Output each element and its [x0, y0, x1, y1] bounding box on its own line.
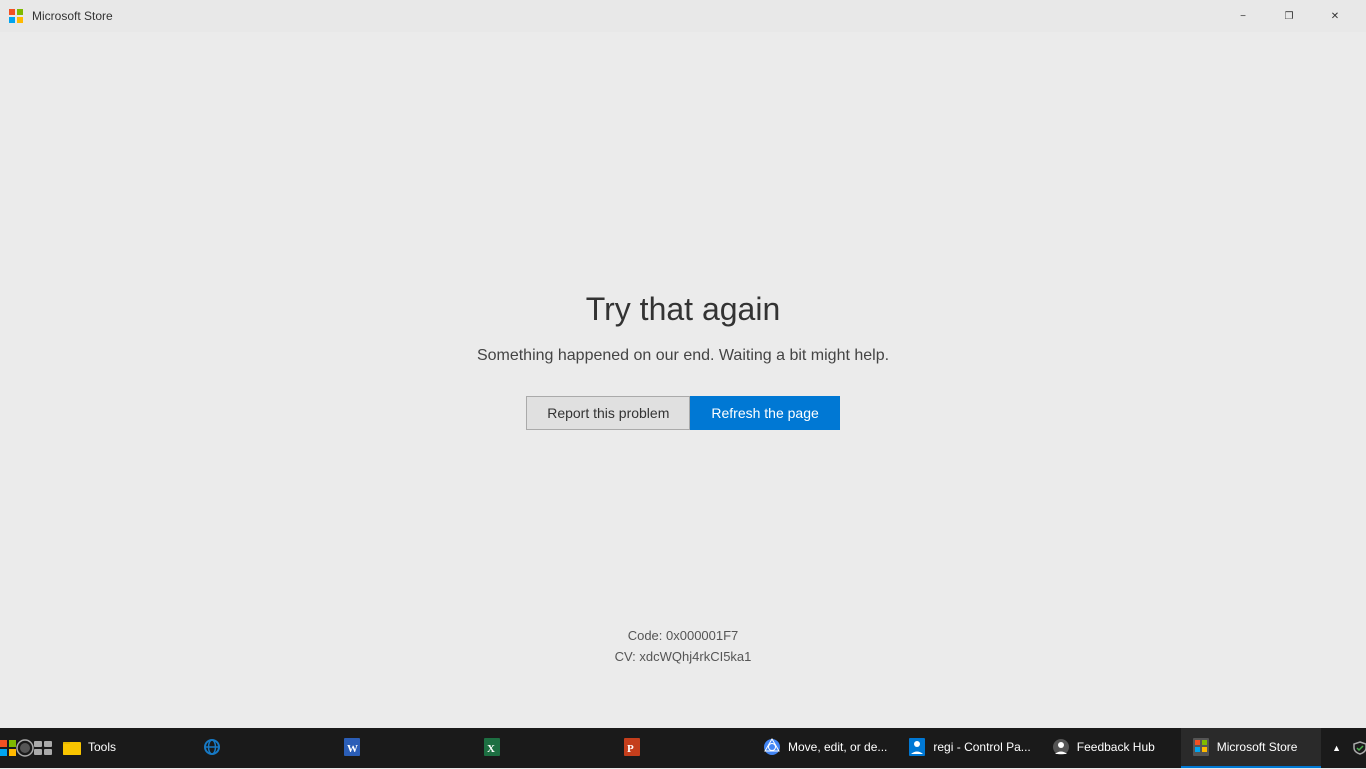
window-title: Microsoft Store	[32, 9, 113, 23]
antivirus-tray-icon[interactable]	[1348, 728, 1366, 768]
powerpoint-document-icon: P	[623, 738, 641, 756]
system-tray: ▲	[1321, 728, 1366, 768]
title-bar-left: Microsoft Store	[8, 8, 113, 24]
error-cv: CV: xdcWQhj4rkCI5ka1	[615, 647, 752, 668]
taskbar-app-excel[interactable]: X	[472, 728, 612, 768]
tools-icon	[62, 737, 82, 757]
ie-icon	[202, 737, 222, 757]
word-document-icon: W	[343, 738, 361, 756]
search-button[interactable]	[16, 728, 34, 768]
error-container: Try that again Something happened on our…	[477, 291, 889, 430]
taskbar-app-control[interactable]: regi - Control Pa...	[897, 728, 1040, 768]
main-content: Try that again Something happened on our…	[0, 32, 1366, 728]
taskbar-apps: Tools W	[52, 728, 1321, 768]
folder-icon	[63, 739, 81, 755]
excel-document-icon: X	[483, 738, 501, 756]
microsoft-store-icon	[1191, 737, 1211, 757]
maximize-button[interactable]: ❐	[1266, 0, 1312, 32]
title-bar-controls: − ❐ ✕	[1220, 0, 1358, 32]
windows-icon	[0, 740, 16, 756]
taskbar-app-store[interactable]: Microsoft Store	[1181, 728, 1321, 768]
taskbar: Tools W	[0, 728, 1366, 768]
close-button[interactable]: ✕	[1312, 0, 1358, 32]
feedback-icon	[1052, 738, 1070, 756]
taskbar-app-tools[interactable]: Tools	[52, 728, 192, 768]
error-title: Try that again	[586, 291, 780, 328]
taskbar-app-word[interactable]: W	[332, 728, 472, 768]
control-panel-icon	[907, 737, 927, 757]
minimize-button[interactable]: −	[1220, 0, 1266, 32]
svg-text:X: X	[487, 743, 495, 755]
store-icon	[8, 8, 24, 24]
task-view-icon	[34, 741, 52, 755]
chrome-icon	[762, 737, 782, 757]
task-view-button[interactable]	[34, 728, 52, 768]
taskbar-app-store-label: Microsoft Store	[1217, 740, 1298, 754]
user-icon	[908, 738, 926, 756]
taskbar-app-feedback[interactable]: Feedback Hub	[1041, 728, 1181, 768]
search-icon	[16, 739, 34, 757]
error-code: Code: 0x000001F7	[615, 626, 752, 647]
svg-text:W: W	[347, 743, 358, 755]
taskbar-app-tools-label: Tools	[88, 740, 116, 754]
error-description: Something happened on our end. Waiting a…	[477, 344, 889, 368]
start-button[interactable]	[0, 728, 16, 768]
tray-expand-button[interactable]: ▲	[1329, 728, 1345, 768]
report-problem-button[interactable]: Report this problem	[526, 396, 690, 430]
internet-explorer-icon	[203, 738, 221, 756]
shield-icon	[1353, 741, 1366, 755]
powerpoint-icon: P	[622, 737, 642, 757]
taskbar-app-control-label: regi - Control Pa...	[933, 740, 1030, 754]
taskbar-app-chrome-label: Move, edit, or de...	[788, 740, 887, 754]
chrome-browser-icon	[763, 738, 781, 756]
title-bar: Microsoft Store − ❐ ✕	[0, 0, 1366, 32]
svg-text:P: P	[627, 743, 634, 755]
taskbar-app-chrome[interactable]: Move, edit, or de...	[752, 728, 897, 768]
feedback-hub-icon	[1051, 737, 1071, 757]
button-row: Report this problem Refresh the page	[526, 396, 840, 430]
excel-icon: X	[482, 737, 502, 757]
refresh-page-button[interactable]: Refresh the page	[690, 396, 839, 430]
taskbar-app-ppt[interactable]: P	[612, 728, 752, 768]
store-taskbar-icon	[1192, 738, 1210, 756]
taskbar-app-feedback-label: Feedback Hub	[1077, 740, 1155, 754]
taskbar-app-ie[interactable]	[192, 728, 332, 768]
word-icon: W	[342, 737, 362, 757]
error-codes: Code: 0x000001F7 CV: xdcWQhj4rkCI5ka1	[615, 626, 752, 668]
